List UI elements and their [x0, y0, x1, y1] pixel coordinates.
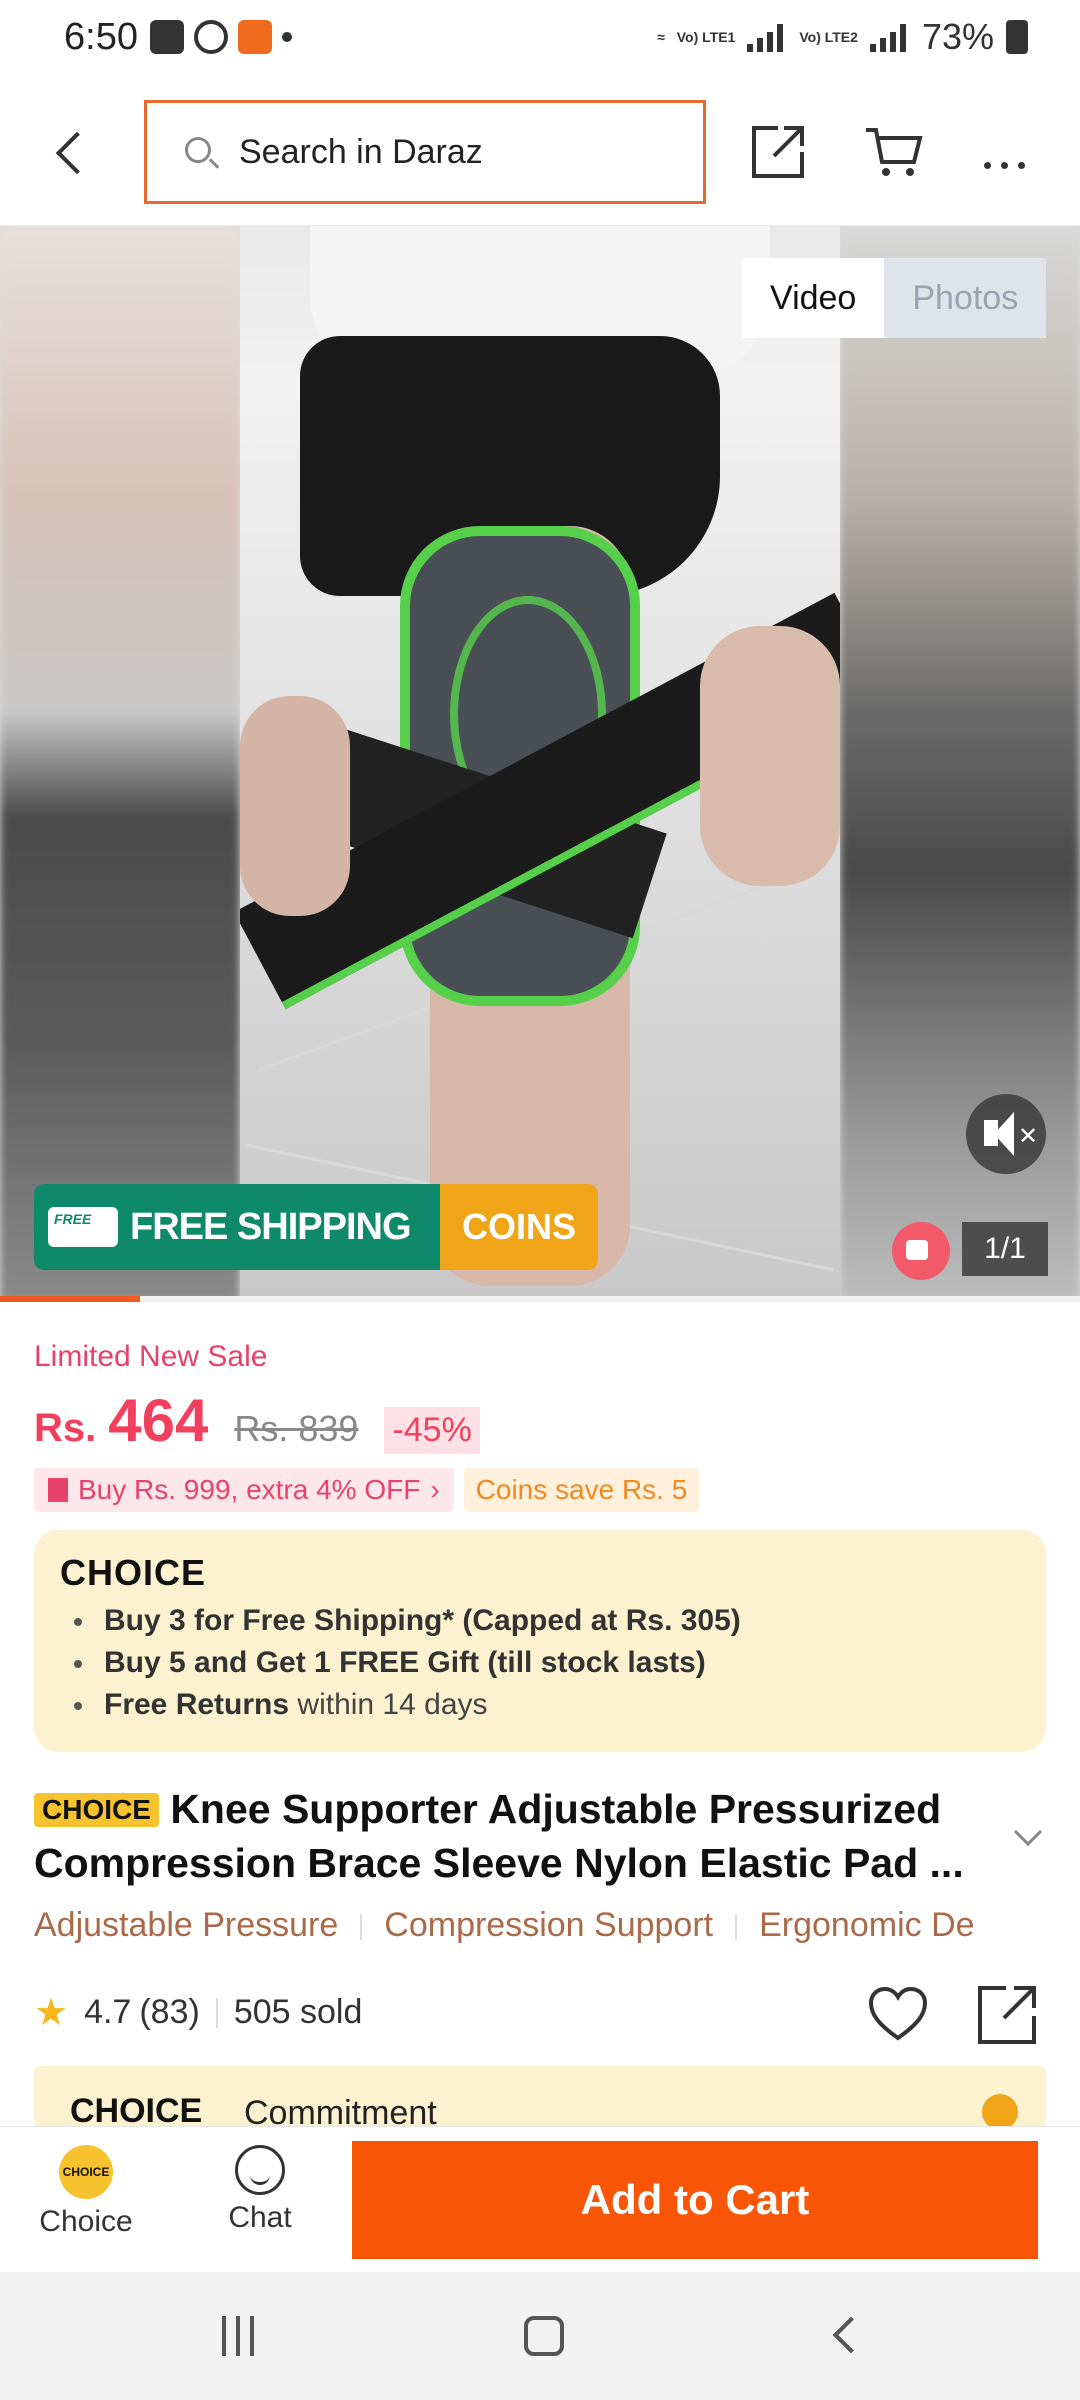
- chevron-right-icon: ›: [430, 1474, 440, 1505]
- share-icon-svg: [752, 126, 804, 178]
- feature-tag: Ergonomic De: [759, 1906, 975, 1944]
- status-bar: 6:50 ≈ Vo) LTE1 Vo) LTE2 73%: [0, 0, 1080, 80]
- back-arrow-icon[interactable]: [48, 124, 98, 184]
- home-icon[interactable]: [524, 2316, 564, 2356]
- product-media[interactable]: Video Photos ✕ FREE FREE SHIPPING COINS: [0, 226, 1080, 1302]
- system-navigation-bar: [0, 2272, 1080, 2400]
- chat-button[interactable]: Chat: [200, 2145, 320, 2235]
- chat-label: Chat: [228, 2201, 292, 2234]
- video-blur-left: [0, 226, 240, 1302]
- search-placeholder: Search in Daraz: [239, 133, 483, 171]
- wishlist-heart-icon[interactable]: [868, 1986, 928, 2042]
- choice-title-badge: CHOICE: [34, 1793, 159, 1827]
- tab-photos[interactable]: Photos: [884, 258, 1047, 338]
- feature-tags: Adjustable Pressure Compression Support …: [34, 1906, 1080, 1945]
- sold-count: 505 sold: [233, 1993, 363, 2031]
- status-time: 6:50: [64, 16, 138, 58]
- free-shipping-label: FREE SHIPPING: [130, 1205, 411, 1248]
- choice-benefits-list: Buy 3 for Free Shipping* (Capped at Rs. …: [74, 1600, 741, 1726]
- top-header: Search in Daraz: [0, 80, 1080, 226]
- choice-logo: CHOICE: [60, 1552, 207, 1593]
- choice-label: Choice: [39, 2205, 133, 2238]
- more-icon[interactable]: [984, 122, 1044, 182]
- wifi-icon: ≈: [657, 29, 665, 45]
- truck-free-text: FREE: [54, 1211, 92, 1227]
- benefit-item: Buy 3 for Free Shipping* (Capped at Rs. …: [74, 1600, 741, 1642]
- share-icon[interactable]: [748, 122, 808, 182]
- recent-apps-icon[interactable]: [222, 2316, 266, 2356]
- more-notifications-dot: [282, 32, 292, 42]
- choice-button[interactable]: CHOICE Choice: [30, 2145, 142, 2239]
- voucher-tag[interactable]: Buy Rs. 999, extra 4% OFF ›: [34, 1468, 454, 1512]
- star-icon: ★: [34, 1992, 69, 2034]
- rating-row[interactable]: ★ 4.7 (83) 505 sold: [34, 1990, 362, 2035]
- choice-benefits-box: CHOICE Buy 3 for Free Shipping* (Capped …: [34, 1530, 1046, 1752]
- signal-icon-2: [869, 22, 910, 52]
- feature-tag: Adjustable Pressure: [34, 1906, 339, 1944]
- product-video[interactable]: [240, 226, 840, 1302]
- commitment-label: Commitment: [244, 2094, 437, 2126]
- rating-value: 4.7: [84, 1993, 132, 2031]
- sim2-label: Vo) LTE2: [799, 29, 858, 45]
- tab-video[interactable]: Video: [742, 258, 885, 338]
- commitment-logo: CHOICE: [70, 2092, 203, 2126]
- benefit-item: Buy 5 and Get 1 FREE Gift (till stock la…: [74, 1642, 741, 1684]
- benefit-item: Free Returns within 14 days: [74, 1684, 741, 1726]
- feature-tag: Compression Support: [384, 1906, 714, 1944]
- free-shipping-coins-banner: FREE FREE SHIPPING COINS: [34, 1184, 598, 1270]
- chevron-down-icon[interactable]: [1013, 1817, 1043, 1847]
- original-price: Rs. 839: [234, 1408, 359, 1449]
- signal-icon: [747, 22, 787, 52]
- system-status: ≈ Vo) LTE1 Vo) LTE2 73%: [657, 16, 1028, 58]
- promo-tags: Buy Rs. 999, extra 4% OFF › Coins save R…: [34, 1468, 700, 1512]
- cart-icon-svg: [866, 128, 923, 176]
- daraz-app-icon: [238, 20, 272, 54]
- media-counter: 1/1: [962, 1222, 1048, 1276]
- bottom-action-bar: CHOICE Choice Chat Add to Cart: [0, 2126, 1080, 2272]
- battery-percent: 73%: [921, 16, 994, 57]
- notification-icons: [150, 20, 292, 54]
- video-progress-bar[interactable]: [0, 1296, 1080, 1302]
- back-icon[interactable]: [832, 2316, 870, 2354]
- choice-icon: CHOICE: [59, 2145, 113, 2199]
- gallery-icon: [150, 20, 184, 54]
- mute-icon[interactable]: ✕: [966, 1094, 1046, 1174]
- voucher-icon: [48, 1478, 68, 1502]
- battery-icon: [1006, 20, 1028, 54]
- video-progress-fill: [0, 1296, 141, 1302]
- voucher-text: Buy Rs. 999, extra 4% OFF: [78, 1474, 421, 1505]
- media-toggle: Video Photos: [742, 258, 1047, 338]
- chat-icon: [235, 2145, 285, 2195]
- discount-badge: -45%: [384, 1407, 480, 1454]
- video-camera-icon[interactable]: [892, 1222, 950, 1280]
- search-input[interactable]: Search in Daraz: [144, 100, 706, 204]
- sim1-label: Vo) LTE1: [676, 29, 736, 45]
- review-count: (83): [139, 1993, 200, 2031]
- free-shipping-badge: FREE FREE SHIPPING: [34, 1184, 440, 1270]
- share-icon-svg: [978, 1986, 1036, 2044]
- product-title-text: Knee Supporter Adjustable Pressurized Co…: [34, 1786, 964, 1886]
- coins-badge: COINS: [440, 1184, 598, 1270]
- current-price: 464: [108, 1387, 209, 1454]
- heart-icon-svg: [868, 1986, 928, 2041]
- choice-commitment-bar[interactable]: CHOICE Commitment: [34, 2066, 1046, 2126]
- share-icon[interactable]: [976, 1984, 1038, 2046]
- truck-icon: FREE: [48, 1207, 118, 1247]
- cart-icon[interactable]: [864, 122, 924, 182]
- product-title[interactable]: CHOICE Knee Supporter Adjustable Pressur…: [34, 1782, 1014, 1890]
- whatsapp-icon: [194, 20, 228, 54]
- currency: Rs.: [34, 1406, 97, 1450]
- price-row: Rs. 464 Rs. 839 -45%: [34, 1386, 480, 1455]
- add-to-cart-button[interactable]: Add to Cart: [352, 2141, 1038, 2259]
- search-icon: [185, 137, 211, 163]
- coins-tag: Coins save Rs. 5: [463, 1468, 700, 1512]
- chevron-right-icon: [982, 2094, 1018, 2126]
- sale-label: Limited New Sale: [34, 1340, 268, 1373]
